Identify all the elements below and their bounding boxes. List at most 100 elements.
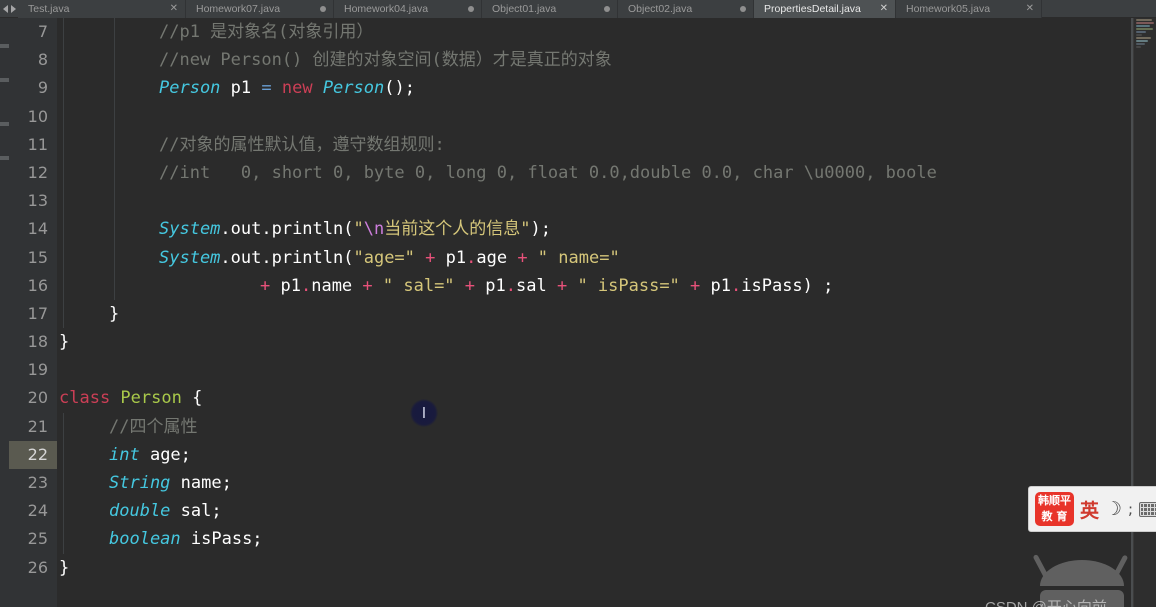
string-token: " bbox=[353, 219, 364, 240]
line-number: 19 bbox=[27, 360, 48, 380]
ime-brand-line2: 教 育 bbox=[1041, 510, 1068, 523]
code-line-14[interactable]: System.out.println("\n当前这个人的信息"); bbox=[57, 215, 1156, 244]
operator-token: + bbox=[679, 275, 711, 296]
code-line-11[interactable]: //对象的属性默认值，遵守数组规则: bbox=[57, 130, 1156, 160]
variable-token: p1 bbox=[485, 275, 506, 296]
string-token: " name=" bbox=[537, 247, 620, 268]
close-icon[interactable]: ✕ bbox=[170, 4, 178, 14]
chevron-left-icon[interactable] bbox=[3, 4, 8, 13]
line-number: 11 bbox=[27, 134, 48, 154]
code-line-17[interactable]: } bbox=[57, 299, 1156, 329]
string-token: " isPass=" bbox=[577, 275, 680, 296]
editor-tab-bar: Test.java ✕ Homework07.java Homework04.j… bbox=[0, 0, 1156, 18]
modified-dot-icon[interactable] bbox=[604, 6, 610, 12]
code-text-area[interactable]: //p1 是对象名(对象引用） //new Person() 创建的对象空间(数… bbox=[57, 18, 1156, 607]
operator-token: + bbox=[260, 275, 281, 296]
keyboard-icon[interactable] bbox=[1139, 501, 1156, 517]
code-line-21[interactable]: //四个属性 bbox=[57, 412, 1156, 442]
variable-token: p1 bbox=[280, 275, 301, 296]
punctuation-token: ); bbox=[530, 219, 551, 240]
tab-homework04-java[interactable]: Homework04.java bbox=[334, 0, 482, 18]
minimap-line bbox=[1136, 40, 1148, 42]
minimap-line bbox=[1136, 28, 1153, 30]
tab-homework05-java[interactable]: Homework05.java ✕ bbox=[896, 0, 1042, 18]
code-line-16[interactable]: + p1.name + " sal=" + p1.sal + " isPass=… bbox=[57, 271, 1156, 301]
ime-language-toggle[interactable]: 英 bbox=[1080, 496, 1099, 523]
line-number: 20 bbox=[27, 388, 48, 408]
ibeam-glyph: I bbox=[421, 403, 427, 422]
code-line-22[interactable]: int age; bbox=[57, 440, 1156, 470]
line-number: 12 bbox=[27, 162, 48, 182]
ime-separator: ; bbox=[1128, 500, 1134, 518]
code-line-8[interactable]: //new Person() 创建的对象空间(数据）才是真正的对象 bbox=[57, 46, 1156, 75]
line-number: 10 bbox=[27, 106, 48, 126]
line-number: 23 bbox=[27, 473, 48, 492]
minimap-line bbox=[1136, 46, 1141, 48]
code-line-24[interactable]: double sal; bbox=[57, 497, 1156, 526]
code-line-7[interactable]: //p1 是对象名(对象引用） bbox=[57, 18, 1156, 47]
method-call-token: .out.println( bbox=[220, 247, 354, 268]
punctuation-token: . bbox=[466, 247, 477, 268]
minimap-line bbox=[1136, 25, 1150, 27]
comment-token: //new Person() 创建的对象空间(数据）才是真正的对象 bbox=[159, 50, 612, 71]
string-token: " bbox=[520, 219, 531, 240]
code-line-23[interactable]: String name; bbox=[57, 469, 1156, 498]
field-token: sal; bbox=[170, 501, 222, 522]
field-token: isPass; bbox=[180, 529, 263, 550]
modified-dot-icon[interactable] bbox=[320, 6, 326, 12]
code-line-19[interactable] bbox=[57, 356, 1156, 384]
ime-status-bar[interactable]: 韩顺平 教 育 英 ☽ ; bbox=[1028, 486, 1156, 532]
tab-test-java[interactable]: Test.java ✕ bbox=[18, 0, 186, 18]
variable-token: p1 bbox=[710, 275, 731, 296]
line-number-gutter[interactable]: 7 8 9 10 11 12 13 14 15 16 17 18 19 20 2… bbox=[9, 18, 57, 607]
punctuation-token: . bbox=[731, 275, 742, 296]
brace-token: } bbox=[59, 557, 70, 578]
field-token: name; bbox=[170, 473, 232, 493]
text-ibeam-cursor: I bbox=[410, 399, 438, 427]
tab-label: Test.java bbox=[28, 3, 70, 15]
keyword-token: new bbox=[271, 78, 323, 99]
type-token: boolean bbox=[109, 529, 181, 550]
chevron-right-icon[interactable] bbox=[11, 4, 16, 13]
close-icon[interactable]: ✕ bbox=[880, 4, 888, 14]
line-number: 14 bbox=[27, 219, 48, 239]
variable-token: p1 bbox=[220, 78, 262, 99]
code-line-26[interactable]: } bbox=[57, 554, 1156, 582]
code-line-20[interactable]: class Person { bbox=[57, 384, 1156, 412]
operator-token: + bbox=[454, 275, 486, 296]
tab-propertiesdetail-java[interactable]: PropertiesDetail.java ✕ bbox=[754, 0, 896, 18]
tab-object01-java[interactable]: Object01.java bbox=[482, 0, 618, 18]
marker-stripe bbox=[0, 78, 9, 82]
type-token: Person bbox=[322, 78, 385, 99]
code-line-18[interactable]: } bbox=[57, 328, 1156, 356]
code-editor[interactable]: 7 8 9 10 11 12 13 14 15 16 17 18 19 20 2… bbox=[0, 18, 1156, 607]
brace-token: { bbox=[181, 388, 203, 409]
code-line-10[interactable] bbox=[57, 102, 1156, 131]
code-line-15[interactable]: System.out.println("age=" + p1.age + " n… bbox=[57, 243, 1156, 272]
class-name-token: Person bbox=[110, 388, 182, 409]
tab-object02-java[interactable]: Object02.java bbox=[618, 0, 754, 18]
code-line-13[interactable] bbox=[57, 187, 1156, 216]
punctuation-token: (); bbox=[384, 78, 415, 99]
moon-icon[interactable]: ☽ bbox=[1105, 498, 1122, 520]
minimap-line bbox=[1136, 43, 1145, 45]
code-line-25[interactable]: boolean isPass; bbox=[57, 525, 1156, 554]
line-number: 24 bbox=[27, 501, 48, 521]
modified-dot-icon[interactable] bbox=[740, 6, 746, 12]
class-ref-token: System bbox=[159, 219, 221, 240]
line-number: 7 bbox=[37, 22, 48, 41]
operator-token: + bbox=[414, 247, 446, 268]
code-line-12[interactable]: //int 0, short 0, byte 0, long 0, float … bbox=[57, 158, 1156, 188]
tab-scroll-controls[interactable] bbox=[0, 0, 18, 17]
line-number: 9 bbox=[37, 78, 48, 98]
code-line-9[interactable]: Person p1 = new Person(); bbox=[57, 74, 1156, 103]
modified-dot-icon[interactable] bbox=[468, 6, 474, 12]
minimap-line bbox=[1136, 37, 1151, 39]
type-token: int bbox=[109, 444, 140, 465]
tab-homework07-java[interactable]: Homework07.java bbox=[186, 0, 334, 18]
punctuation-token: . bbox=[505, 275, 516, 296]
ime-brand-line1: 韩顺平 bbox=[1037, 494, 1071, 507]
tab-label: Homework05.java bbox=[906, 3, 991, 15]
close-icon[interactable]: ✕ bbox=[1026, 4, 1034, 14]
punctuation-token: . bbox=[300, 275, 312, 296]
